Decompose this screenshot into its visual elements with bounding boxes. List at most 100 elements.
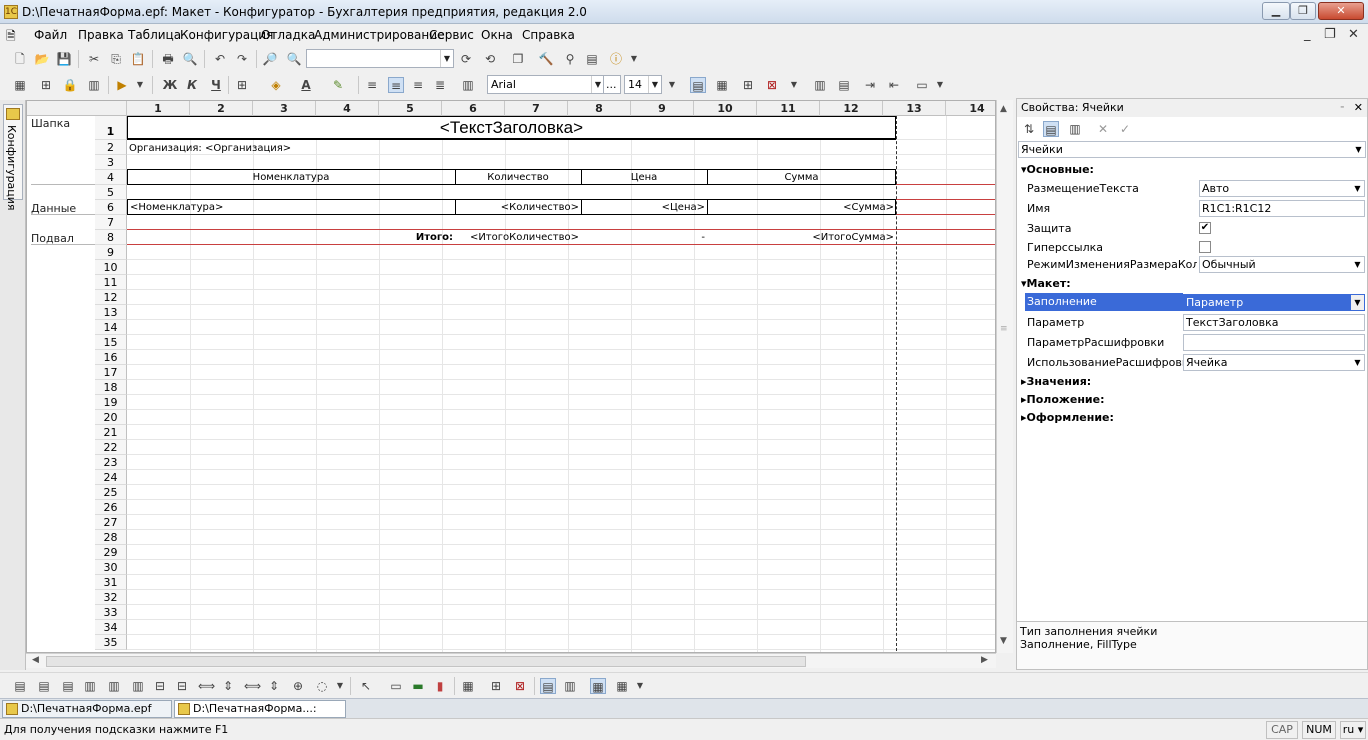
- headers-icon[interactable]: ▥: [562, 678, 578, 694]
- row-header-cell[interactable]: 17: [95, 365, 127, 380]
- chevron-down-icon[interactable]: ▼: [664, 77, 680, 93]
- menu-debug[interactable]: Отладка: [261, 28, 315, 42]
- ungroup-icon[interactable]: ▤: [836, 77, 852, 93]
- filter-icon[interactable]: ▥: [1067, 121, 1083, 137]
- pointer-icon[interactable]: ↖: [358, 678, 374, 694]
- section-position[interactable]: ▸Положение:: [1021, 393, 1104, 406]
- open-icon[interactable]: 📂: [34, 51, 50, 67]
- section-main[interactable]: ▾Основные:: [1021, 163, 1094, 176]
- split-cells-icon[interactable]: ⊟: [174, 678, 190, 694]
- object-selector[interactable]: Ячейки ▼: [1018, 141, 1366, 158]
- pin-icon[interactable]: ⁃: [1340, 99, 1346, 116]
- row-header-cell[interactable]: 1: [95, 116, 127, 140]
- row-header-cell[interactable]: 20: [95, 410, 127, 425]
- info-icon[interactable]: ⓘ: [608, 51, 624, 67]
- insert-row-icon[interactable]: ▤: [12, 678, 28, 694]
- find-prev-icon[interactable]: ⟲: [482, 51, 498, 67]
- row-header-cell[interactable]: 21: [95, 425, 127, 440]
- underline-icon[interactable]: Ч: [208, 77, 224, 93]
- row-header-cell[interactable]: 27: [95, 515, 127, 530]
- table-icon[interactable]: ▥: [86, 77, 102, 93]
- row-header-cell[interactable]: 5: [95, 185, 127, 200]
- column-header-cell[interactable]: 8: [568, 101, 631, 116]
- syntax-icon[interactable]: ⚲: [562, 51, 578, 67]
- search-combo[interactable]: ▼: [306, 49, 454, 68]
- chevron-down-icon[interactable]: ▼: [632, 678, 648, 694]
- section-values[interactable]: ▸Значения:: [1021, 375, 1091, 388]
- column-header-cell[interactable]: 2: [190, 101, 253, 116]
- chevron-down-icon[interactable]: ▼: [132, 77, 148, 93]
- delete-col-icon[interactable]: ▥: [130, 678, 146, 694]
- area2-icon[interactable]: ⇤: [886, 77, 902, 93]
- play-icon[interactable]: ▶: [114, 77, 130, 93]
- categories-icon[interactable]: ▤: [1043, 121, 1059, 137]
- fill-color-icon[interactable]: ◈: [268, 77, 284, 93]
- menu-edit[interactable]: Правка: [78, 28, 124, 42]
- row-header-cell[interactable]: 2: [95, 140, 127, 155]
- width-icon[interactable]: ⟺: [198, 678, 215, 694]
- row-header-cell[interactable]: 15: [95, 335, 127, 350]
- undo-icon[interactable]: ↶: [212, 51, 228, 67]
- prop-fill[interactable]: Заполнение: [1025, 293, 1183, 311]
- menu-file[interactable]: Файл: [34, 28, 67, 42]
- section-layout[interactable]: ▾Макет:: [1021, 277, 1071, 290]
- named-area-icon[interactable]: ⊞: [488, 678, 504, 694]
- remove-area-icon[interactable]: ⊠: [512, 678, 528, 694]
- tab-layout[interactable]: D:\ПечатнаяФорма...: Макет: [174, 700, 346, 731]
- windows-icon[interactable]: ❐: [510, 51, 526, 67]
- font-size-combo[interactable]: 14 ▼: [624, 75, 662, 94]
- column-header-cell[interactable]: 12: [820, 101, 883, 116]
- menu-help[interactable]: Справка: [522, 28, 575, 42]
- align-justify-icon[interactable]: ≣: [432, 77, 448, 93]
- row-header-cell[interactable]: 34: [95, 620, 127, 635]
- column-header-cell[interactable]: 14: [946, 101, 995, 116]
- column-header-cell[interactable]: 10: [694, 101, 757, 116]
- chevron-down-icon[interactable]: ▼: [626, 51, 642, 67]
- find-in-icon[interactable]: 🔎: [262, 51, 278, 67]
- print-preview-icon[interactable]: 🔍: [182, 51, 198, 67]
- column-header-cell[interactable]: 4: [316, 101, 379, 116]
- module-icon[interactable]: ▤: [584, 51, 600, 67]
- table-view-icon[interactable]: ▦: [614, 678, 630, 694]
- tab-epf[interactable]: D:\ПечатнаяФорма.epf: [2, 700, 172, 718]
- font-combo[interactable]: Arial ▼: [487, 75, 605, 94]
- close-button[interactable]: ✕: [1318, 2, 1364, 20]
- borders-icon[interactable]: ⊞: [234, 77, 250, 93]
- row-header-cell[interactable]: 4: [95, 170, 127, 185]
- row-header-cell[interactable]: 35: [95, 635, 127, 650]
- configuration-tab[interactable]: Конфигурация: [3, 104, 23, 211]
- column-header-cell[interactable]: 6: [442, 101, 505, 116]
- bold-icon[interactable]: Ж: [162, 77, 178, 93]
- row-header-cell[interactable]: 14: [95, 320, 127, 335]
- spreadsheet[interactable]: 1 2 3 4 5 6 7 8 9 10 11 12 13 14 1 2 3 4 5 6 7 8 9 10 11 12 13 14 1…: [26, 100, 996, 653]
- menu-windows[interactable]: Окна: [481, 28, 513, 42]
- indent-icon[interactable]: ▥: [460, 77, 476, 93]
- mdi-close-icon[interactable]: ✕: [1348, 27, 1359, 42]
- column-header-cell[interactable]: 13: [883, 101, 946, 116]
- highlight-icon[interactable]: ✎: [330, 77, 346, 93]
- row-header-cell[interactable]: 13: [95, 305, 127, 320]
- search-icon[interactable]: 🔍: [286, 51, 302, 67]
- names-icon[interactable]: ▦: [590, 678, 606, 694]
- font-dialog-button[interactable]: ...: [603, 75, 621, 94]
- horizontal-scrollbar[interactable]: ◀ ▶: [26, 653, 996, 668]
- minimize-button[interactable]: ▁: [1262, 2, 1290, 20]
- merge-cells-icon[interactable]: ⊟: [152, 678, 168, 694]
- delete-icon[interactable]: ⊠: [764, 77, 780, 93]
- row-header-cell[interactable]: 11: [95, 275, 127, 290]
- row-header-cell[interactable]: 3: [95, 155, 127, 170]
- app-menu-icon[interactable]: 🗎: [6, 27, 16, 48]
- find-next-icon[interactable]: ⟳: [458, 51, 474, 67]
- insert-rows-icon[interactable]: ▤: [36, 678, 52, 694]
- copy-icon[interactable]: ⎘: [108, 51, 124, 67]
- column-header-cell[interactable]: 11: [757, 101, 820, 116]
- mdi-minimize-icon[interactable]: _: [1304, 27, 1311, 42]
- row-header-cell[interactable]: 23: [95, 455, 127, 470]
- insert-cols-icon[interactable]: ▥: [106, 678, 122, 694]
- debug-icon[interactable]: 🔨: [538, 51, 554, 67]
- grid-icon[interactable]: ⊞: [38, 77, 54, 93]
- italic-icon[interactable]: К: [184, 77, 200, 93]
- column-header-cell[interactable]: 3: [253, 101, 316, 116]
- sort-alpha-icon[interactable]: ⇅: [1021, 121, 1037, 137]
- height-icon[interactable]: ⇕: [220, 678, 236, 694]
